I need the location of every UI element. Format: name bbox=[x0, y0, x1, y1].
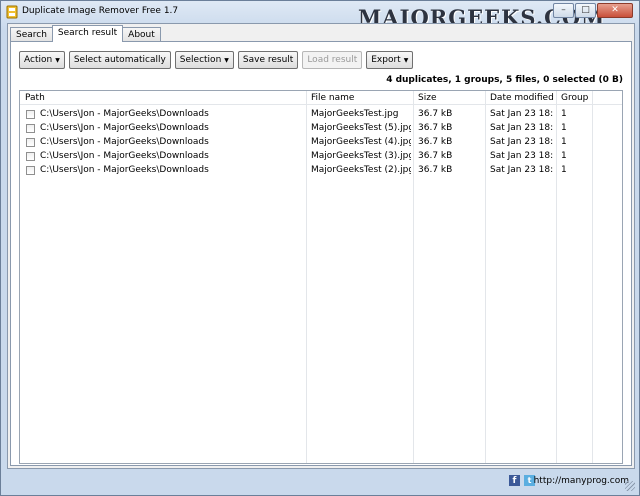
title-bar[interactable]: Duplicate Image Remover Free 1.7 MAJORGE… bbox=[1, 1, 639, 30]
search-result-panel: Action ▼ Select automatically Selection … bbox=[10, 41, 632, 466]
minimize-icon: – bbox=[561, 5, 566, 15]
row-file-name: MajorGeeksTest (5).jpg bbox=[311, 123, 411, 133]
row-date-modified: Sat Jan 23 18:1... bbox=[490, 109, 554, 119]
selection-button-label: Selection bbox=[179, 55, 222, 65]
row-size: 36.7 kB bbox=[418, 109, 453, 119]
row-file-name: MajorGeeksTest (3).jpg bbox=[311, 151, 411, 161]
results-table[interactable]: Path File name Size Date modified Group … bbox=[19, 90, 623, 464]
column-header-group[interactable]: Group bbox=[561, 93, 588, 103]
maximize-icon: □ bbox=[581, 5, 590, 15]
tab-about[interactable]: About bbox=[122, 27, 161, 42]
facebook-icon[interactable]: f bbox=[509, 475, 520, 486]
row-group: 1 bbox=[561, 109, 567, 119]
table-row[interactable]: C:\Users\Jon - MajorGeeks\Downloads Majo… bbox=[20, 122, 622, 136]
row-date-modified: Sat Jan 23 18:1... bbox=[490, 123, 554, 133]
row-size: 36.7 kB bbox=[418, 165, 453, 175]
row-checkbox[interactable] bbox=[26, 124, 35, 133]
row-group: 1 bbox=[561, 165, 567, 175]
table-row[interactable]: C:\Users\Jon - MajorGeeks\Downloads Majo… bbox=[20, 150, 622, 164]
row-checkbox[interactable] bbox=[26, 110, 35, 119]
row-group: 1 bbox=[561, 123, 567, 133]
row-path: C:\Users\Jon - MajorGeeks\Downloads bbox=[40, 165, 209, 175]
row-size: 36.7 kB bbox=[418, 151, 453, 161]
row-path: C:\Users\Jon - MajorGeeks\Downloads bbox=[40, 137, 209, 147]
row-date-modified: Sat Jan 23 18:1... bbox=[490, 151, 554, 161]
app-window: Duplicate Image Remover Free 1.7 MAJORGE… bbox=[0, 0, 640, 496]
row-file-name: MajorGeeksTest (2).jpg bbox=[311, 165, 411, 175]
export-button-label: Export bbox=[371, 55, 401, 65]
close-icon: ✕ bbox=[611, 5, 619, 15]
close-button[interactable]: ✕ bbox=[597, 3, 633, 18]
status-bar: f t http://manyprog.com bbox=[7, 473, 635, 491]
row-group: 1 bbox=[561, 151, 567, 161]
action-button-label: Action bbox=[24, 55, 53, 65]
table-row[interactable]: C:\Users\Jon - MajorGeeks\Downloads Majo… bbox=[20, 164, 622, 178]
tab-search-result[interactable]: Search result bbox=[51, 25, 124, 42]
row-size: 36.7 kB bbox=[418, 123, 453, 133]
dropdown-caret-icon: ▼ bbox=[403, 56, 409, 64]
tab-search[interactable]: Search bbox=[10, 27, 53, 42]
table-row[interactable]: C:\Users\Jon - MajorGeeks\Downloads Majo… bbox=[20, 108, 622, 122]
dropdown-caret-icon: ▼ bbox=[55, 56, 60, 64]
row-date-modified: Sat Jan 23 18:1... bbox=[490, 165, 554, 175]
row-path: C:\Users\Jon - MajorGeeks\Downloads bbox=[40, 123, 209, 133]
action-button[interactable]: Action ▼ bbox=[19, 51, 65, 69]
column-header-date-modified[interactable]: Date modified bbox=[490, 93, 554, 103]
resize-grip[interactable] bbox=[625, 481, 635, 491]
table-header: Path File name Size Date modified Group bbox=[20, 91, 622, 105]
row-date-modified: Sat Jan 23 18:1... bbox=[490, 137, 554, 147]
dropdown-caret-icon: ▼ bbox=[224, 56, 229, 64]
client-area: Search Search result About Action ▼ Sele… bbox=[7, 23, 635, 469]
minimize-button[interactable]: – bbox=[553, 3, 574, 18]
row-checkbox[interactable] bbox=[26, 152, 35, 161]
window-controls: – □ ✕ bbox=[552, 3, 633, 18]
tab-strip: Search Search result About bbox=[10, 25, 161, 42]
window-title: Duplicate Image Remover Free 1.7 bbox=[22, 6, 179, 16]
column-header-path[interactable]: Path bbox=[25, 93, 45, 103]
app-icon bbox=[6, 5, 18, 19]
maximize-button[interactable]: □ bbox=[575, 3, 596, 18]
save-result-button[interactable]: Save result bbox=[237, 51, 299, 69]
row-path: C:\Users\Jon - MajorGeeks\Downloads bbox=[40, 109, 209, 119]
table-row[interactable]: C:\Users\Jon - MajorGeeks\Downloads Majo… bbox=[20, 136, 622, 150]
row-group: 1 bbox=[561, 137, 567, 147]
results-summary: 4 duplicates, 1 groups, 5 files, 0 selec… bbox=[386, 75, 623, 85]
export-button[interactable]: Export ▼ bbox=[366, 51, 414, 69]
select-automatically-button[interactable]: Select automatically bbox=[68, 51, 171, 69]
row-file-name: MajorGeeksTest.jpg bbox=[311, 109, 399, 119]
row-size: 36.7 kB bbox=[418, 137, 453, 147]
row-checkbox[interactable] bbox=[26, 138, 35, 147]
column-header-size[interactable]: Size bbox=[418, 93, 436, 103]
column-header-file-name[interactable]: File name bbox=[311, 93, 354, 103]
toolbar: Action ▼ Select automatically Selection … bbox=[19, 51, 417, 69]
row-file-name: MajorGeeksTest (4).jpg bbox=[311, 137, 411, 147]
row-checkbox[interactable] bbox=[26, 166, 35, 175]
website-link[interactable]: http://manyprog.com bbox=[534, 476, 629, 486]
selection-button[interactable]: Selection ▼ bbox=[174, 51, 234, 69]
load-result-button[interactable]: Load result bbox=[302, 51, 363, 69]
row-path: C:\Users\Jon - MajorGeeks\Downloads bbox=[40, 151, 209, 161]
